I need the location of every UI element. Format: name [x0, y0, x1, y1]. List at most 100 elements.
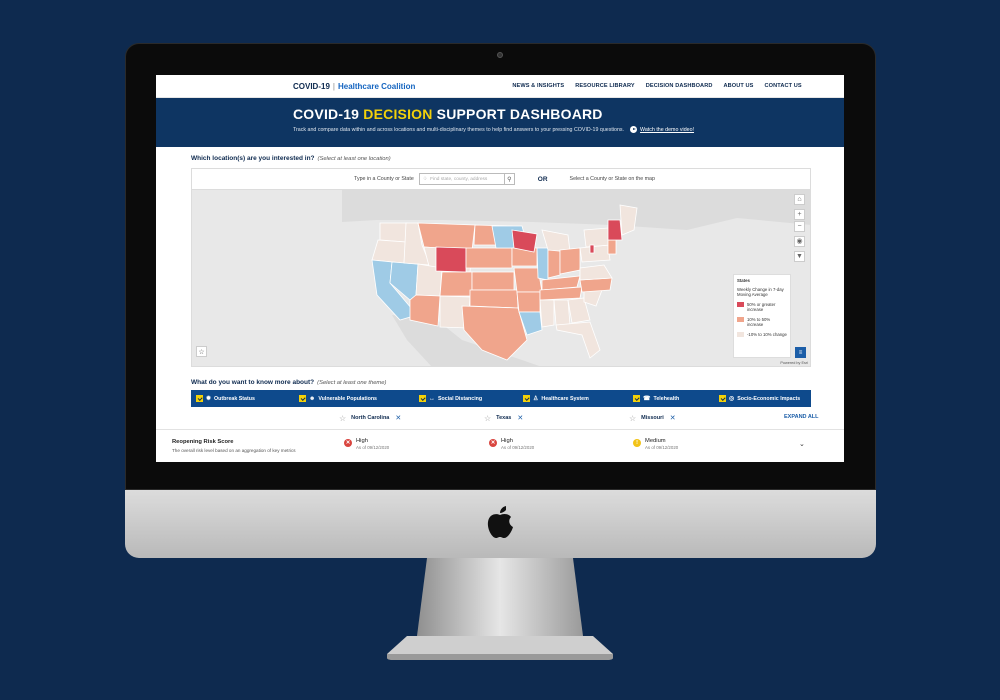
theme-vulnerable-populations[interactable]: ☻ Vulnerable Populations [299, 395, 377, 402]
location-search-bar: Type in a County or State ♢ Find state, … [191, 168, 811, 190]
favorite-button[interactable]: ☆ [196, 346, 207, 357]
remove-location-icon[interactable]: ✕ [670, 414, 676, 422]
doctor-icon: ♙ [533, 396, 539, 402]
brand-logo[interactable]: COVID-19 | Healthcare Coalition [293, 82, 415, 91]
nav-resource-library[interactable]: RESOURCE LIBRARY [575, 83, 635, 89]
globe-icon: ◎ [729, 396, 735, 402]
legend-toggle-button[interactable]: ≡ [795, 347, 806, 358]
location-tag-missouri: ☆ Missouri ✕ [629, 413, 676, 423]
checkbox[interactable] [523, 395, 530, 402]
nav-about[interactable]: ABOUT US [723, 83, 753, 89]
state-me[interactable] [619, 204, 638, 236]
home-icon: ⌂ [797, 196, 802, 203]
state-ms[interactable] [539, 299, 555, 328]
hero-description: Track and compare data within and across… [293, 126, 625, 133]
state-sc[interactable] [583, 289, 603, 307]
screen: COVID-19 | Healthcare Coalition NEWS & INS… [156, 75, 844, 462]
state-sd[interactable] [435, 246, 467, 273]
nav-decision-dashboard[interactable]: DECISION DASHBOARD [646, 83, 713, 89]
people-icon: ☻ [309, 395, 316, 402]
map-svg[interactable] [192, 190, 811, 367]
state-vt-nh[interactable] [607, 219, 623, 241]
phone-icon: ☎ [643, 396, 651, 402]
star-icon[interactable]: ☆ [339, 414, 346, 423]
x-icon: ✕ [489, 439, 497, 447]
zoom-in-button[interactable]: + [794, 209, 805, 220]
checkbox[interactable] [633, 395, 640, 402]
layers-icon: ◉ [796, 238, 803, 245]
powered-by: Powered by Esri [780, 361, 808, 365]
state-mt[interactable] [417, 222, 476, 251]
theme-bar: ✹ Outbreak Status ☻ Vulnerable Populations… [191, 390, 811, 407]
star-icon[interactable]: ☆ [484, 414, 491, 423]
theme-question: What do you want to know more about? (Sel… [191, 379, 387, 386]
state-wi[interactable] [511, 229, 538, 253]
state-co[interactable] [439, 271, 473, 297]
state-ok[interactable] [469, 289, 519, 309]
chevron-down-icon[interactable]: ⌄ [799, 440, 805, 448]
home-button[interactable]: ⌂ [794, 194, 805, 205]
theme-socio-economic-impacts[interactable]: ◎ Socio-Economic Impacts [719, 395, 800, 402]
location-search-input[interactable]: ♢ Find state, county, address [418, 173, 505, 185]
page-title: COVID-19 DECISION SUPPORT DASHBOARD [293, 106, 603, 122]
theme-outbreak-status[interactable]: ✹ Outbreak Status [196, 395, 255, 402]
state-ny[interactable] [583, 227, 611, 248]
expand-all-button[interactable]: EXPAND ALL [784, 414, 819, 420]
theme-healthcare-system[interactable]: ♙ Healthcare System [523, 395, 589, 402]
legend-item-mid: 10% to 50% increase [737, 317, 787, 327]
state-ar[interactable] [516, 291, 541, 313]
state-fl[interactable] [555, 321, 601, 359]
legend-title: States [737, 278, 750, 283]
demo-video-link[interactable]: Watch the demo video! [640, 127, 694, 133]
state-wa[interactable] [379, 222, 408, 243]
or-label: OR [537, 175, 548, 183]
brand-sub: Healthcare Coalition [337, 81, 416, 91]
checkbox[interactable] [719, 395, 726, 402]
remove-location-icon[interactable]: ✕ [395, 414, 401, 422]
virus-icon: ✹ [206, 396, 212, 402]
nav-contact[interactable]: CONTACT US [765, 83, 802, 89]
search-button[interactable]: ⚲ [504, 173, 515, 185]
checkbox[interactable] [419, 395, 426, 402]
risk-cell-missouri: ! Medium As of 09/12/2020 [633, 438, 678, 450]
risk-title: Reopening Risk Score [172, 439, 234, 445]
state-al[interactable] [553, 299, 571, 326]
checkbox[interactable] [196, 395, 203, 402]
state-az[interactable] [409, 294, 441, 327]
filter-button[interactable]: ▼ [794, 251, 805, 262]
state-ne[interactable] [465, 247, 513, 269]
warning-icon: ! [633, 439, 641, 447]
legend-item-low: -10% to 10% change [737, 332, 787, 337]
theme-telehealth[interactable]: ☎ Telehealth [633, 395, 679, 402]
star-icon[interactable]: ☆ [629, 414, 636, 423]
checkbox[interactable] [299, 395, 306, 402]
state-nj[interactable] [607, 239, 617, 255]
state-ct[interactable] [589, 244, 595, 254]
state-or[interactable] [371, 239, 407, 264]
hero-banner: COVID-19 DECISION SUPPORT DASHBOARD Trac… [156, 98, 844, 147]
layers-button[interactable]: ◉ [794, 236, 805, 247]
remove-location-icon[interactable]: ✕ [517, 414, 523, 422]
camera [497, 52, 503, 58]
risk-score-row[interactable]: Reopening Risk Score The overall risk le… [156, 429, 844, 462]
theme-social-distancing[interactable]: ↔ Social Distancing [419, 395, 482, 402]
state-in[interactable] [547, 249, 561, 279]
brand-main: COVID-19 [293, 81, 330, 91]
top-nav: COVID-19 | Healthcare Coalition NEWS & INS… [156, 75, 844, 98]
state-pa[interactable] [579, 244, 611, 263]
distancing-icon: ↔ [429, 395, 435, 402]
risk-cell-texas: ✕ High As of 09/12/2020 [489, 438, 535, 450]
filter-icon: ♢ [422, 176, 428, 182]
map-legend: States Weekly Change in 7-day Moving Ave… [733, 274, 791, 358]
zoom-out-button[interactable]: − [794, 221, 805, 232]
nav-news[interactable]: NEWS & INSIGHTS [512, 83, 564, 89]
state-il[interactable] [536, 247, 549, 281]
play-icon[interactable] [630, 126, 638, 133]
plus-icon: + [797, 211, 802, 218]
state-oh[interactable] [559, 247, 581, 275]
state-va[interactable] [579, 264, 613, 281]
location-tag-north-carolina: ☆ North Carolina ✕ [339, 413, 402, 423]
state-ks[interactable] [471, 271, 515, 291]
risk-cell-north-carolina: ✕ High As of 09/12/2020 [344, 438, 390, 450]
us-map[interactable]: ⌂ + − ◉ ▼ States Weekly Change in 7-day … [191, 190, 811, 367]
